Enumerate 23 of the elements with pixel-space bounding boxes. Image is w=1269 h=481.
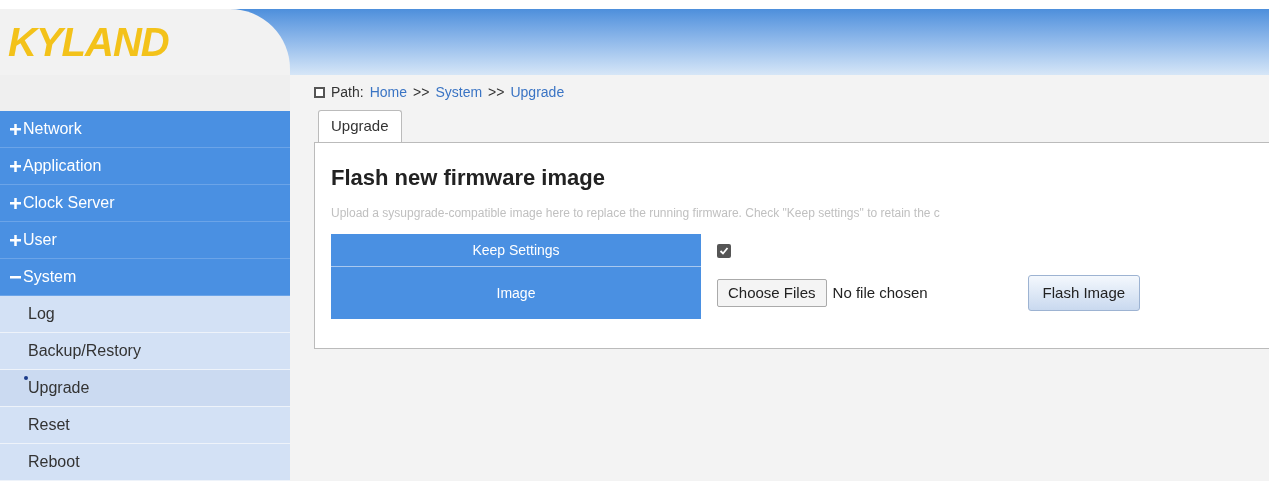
menu-item[interactable]: Log [0,296,290,333]
tab[interactable]: Upgrade [318,110,402,143]
section-title: Flash new firmware image [331,164,606,192]
description: Upload a sysupgrade-compatible image here to replace the running firmware. Check "Keep settings" to retain the c [331,205,941,222]
flash-image-button[interactable]: Flash Image [1027,275,1141,311]
bullet-icon [24,376,28,380]
square-icon [314,86,325,98]
separator: >> [488,82,505,102]
choose-files-button[interactable]: Choose Files [717,279,827,307]
field-label: Image [331,267,701,319]
menu-item[interactable]: Reboot [0,444,290,481]
breadcrumb-link[interactable]: Home [369,81,408,103]
breadcrumb-link[interactable]: System [435,81,483,103]
field-label: Keep Settings [331,234,701,267]
checkbox[interactable] [717,243,731,258]
menu-item[interactable]: Reset [0,407,290,444]
menu-item[interactable]: Backup/Restory [0,333,290,370]
path-label: Path: [331,82,364,102]
file-status: No file chosen [832,282,928,303]
separator: >> [413,82,430,102]
logo: KYLAND [8,19,169,67]
menu-item[interactable]: Upgrade [0,370,290,407]
breadcrumb-link[interactable]: Upgrade [510,81,565,103]
